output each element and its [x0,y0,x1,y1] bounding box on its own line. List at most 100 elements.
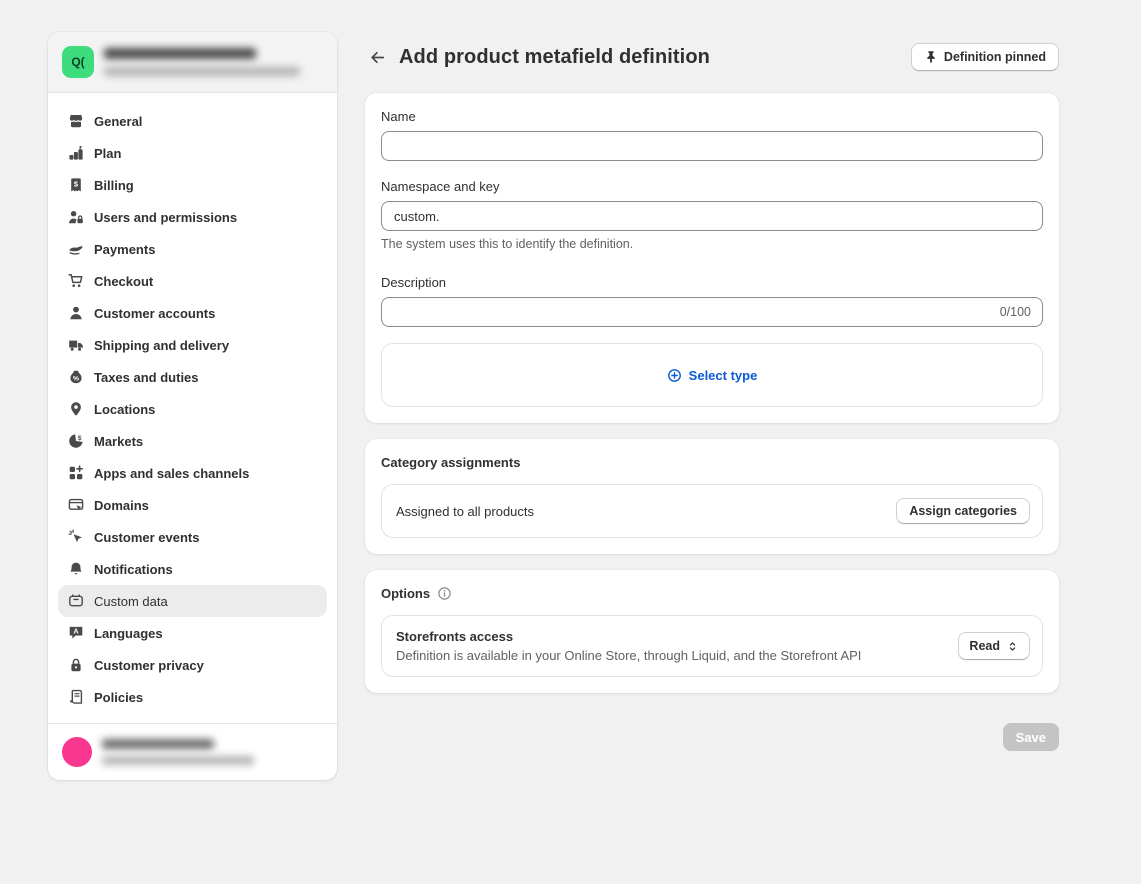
namespace-field-group: Namespace and key The system uses this t… [381,179,1043,251]
customer-events-icon [68,529,84,545]
page-title: Add product metafield definition [399,46,710,69]
sidebar-item-label: General [94,114,142,129]
sidebar-item-customer-privacy[interactable]: Customer privacy [58,649,327,681]
sidebar-item-customer-events[interactable]: Customer events [58,521,327,553]
checkout-cart-icon [68,273,84,289]
apps-icon [68,465,84,481]
sidebar-item-markets[interactable]: $ Markets [58,425,327,457]
sidebar-item-label: Notifications [94,562,173,577]
customer-accounts-icon [68,305,84,321]
description-input[interactable] [381,297,1043,327]
markets-icon: $ [68,433,84,449]
sidebar-item-label: Payments [94,242,155,257]
storefronts-access-title: Storefronts access [396,629,861,644]
plus-circle-icon [667,368,682,383]
options-title: Options [381,586,430,601]
namespace-helper-text: The system uses this to identify the def… [381,237,1043,251]
user-name-redacted [102,739,214,749]
sidebar-item-customer-accounts[interactable]: Customer accounts [58,297,327,329]
user-email-redacted [102,756,254,765]
settings-sidebar: Q( General Plan $ Billing Users and perm… [48,32,337,780]
sidebar-item-domains[interactable]: Domains [58,489,327,521]
store-identity [104,48,300,76]
store-header[interactable]: Q( [48,32,337,93]
name-field-group: Name [381,109,1043,161]
shipping-truck-icon [68,337,84,353]
sidebar-item-apps-and-sales-channels[interactable]: Apps and sales channels [58,457,327,489]
sidebar-item-label: Languages [94,626,163,641]
sidebar-item-custom-data[interactable]: Custom data [58,585,327,617]
sidebar-item-label: Apps and sales channels [94,466,249,481]
description-field-group: Description 0/100 [381,275,1043,327]
select-type-button[interactable]: Select type [667,368,758,383]
sidebar-item-payments[interactable]: Payments [58,233,327,265]
payments-icon [68,241,84,257]
sidebar-item-languages[interactable]: A Languages [58,617,327,649]
svg-text:A: A [73,629,78,636]
sidebar-item-label: Customer events [94,530,199,545]
updown-chevrons-icon [1006,640,1019,653]
sidebar-item-taxes-and-duties[interactable]: % Taxes and duties [58,361,327,393]
sidebar-item-label: Shipping and delivery [94,338,229,353]
save-button[interactable]: Save [1003,723,1059,751]
taxes-bag-icon: % [68,369,84,385]
users-permissions-icon [68,209,84,225]
storefronts-access-row: Storefronts access Definition is availab… [381,615,1043,677]
settings-nav: General Plan $ Billing Users and permiss… [48,93,337,723]
name-label: Name [381,109,1043,124]
category-assignment-row: Assigned to all products Assign categori… [381,484,1043,538]
sidebar-item-label: Domains [94,498,149,513]
privacy-lock-icon [68,657,84,673]
sidebar-item-label: Checkout [94,274,153,289]
sidebar-item-label: Taxes and duties [94,370,199,385]
custom-data-icon [68,593,84,609]
namespace-label: Namespace and key [381,179,1043,194]
plan-icon [68,145,84,161]
options-card: Options Storefronts access Definition is… [365,570,1059,693]
name-input[interactable] [381,131,1043,161]
save-row: Save [365,723,1059,751]
namespace-input[interactable] [381,201,1043,231]
definition-form-card: Name Namespace and key The system uses t… [365,93,1059,423]
policies-icon [68,689,84,705]
pin-icon [924,50,938,64]
storefront-access-select[interactable]: Read [958,632,1030,660]
store-icon [68,113,84,129]
sidebar-item-label: Custom data [94,594,168,609]
sidebar-item-label: Markets [94,434,143,449]
user-footer[interactable] [48,723,337,780]
sidebar-item-billing[interactable]: $ Billing [58,169,327,201]
select-type-area: Select type [381,343,1043,407]
sidebar-item-label: Locations [94,402,155,417]
sidebar-item-general[interactable]: General [58,105,327,137]
info-icon[interactable] [437,586,452,601]
back-button[interactable] [365,45,389,69]
storefronts-access-description: Definition is available in your Online S… [396,648,861,663]
sidebar-item-label: Customer accounts [94,306,215,321]
sidebar-item-label: Policies [94,690,143,705]
notifications-bell-icon [68,561,84,577]
location-pin-icon [68,401,84,417]
assign-categories-button[interactable]: Assign categories [896,498,1030,524]
description-label: Description [381,275,1043,290]
sidebar-item-users-and-permissions[interactable]: Users and permissions [58,201,327,233]
sidebar-item-notifications[interactable]: Notifications [58,553,327,585]
category-assignments-title: Category assignments [381,455,520,470]
svg-text:%: % [73,375,79,382]
store-name-redacted [104,48,256,59]
user-identity [102,739,254,765]
sidebar-item-locations[interactable]: Locations [58,393,327,425]
main-content: Add product metafield definition Definit… [365,43,1059,751]
domains-icon [68,497,84,513]
sidebar-item-policies[interactable]: Policies [58,681,327,713]
sidebar-item-label: Users and permissions [94,210,237,225]
sidebar-item-label: Customer privacy [94,658,204,673]
sidebar-item-plan[interactable]: Plan [58,137,327,169]
sidebar-item-label: Billing [94,178,134,193]
store-avatar: Q( [62,46,94,78]
sidebar-item-label: Plan [94,146,121,161]
back-arrow-icon [369,49,386,66]
sidebar-item-checkout[interactable]: Checkout [58,265,327,297]
definition-pinned-button[interactable]: Definition pinned [911,43,1059,71]
sidebar-item-shipping-and-delivery[interactable]: Shipping and delivery [58,329,327,361]
